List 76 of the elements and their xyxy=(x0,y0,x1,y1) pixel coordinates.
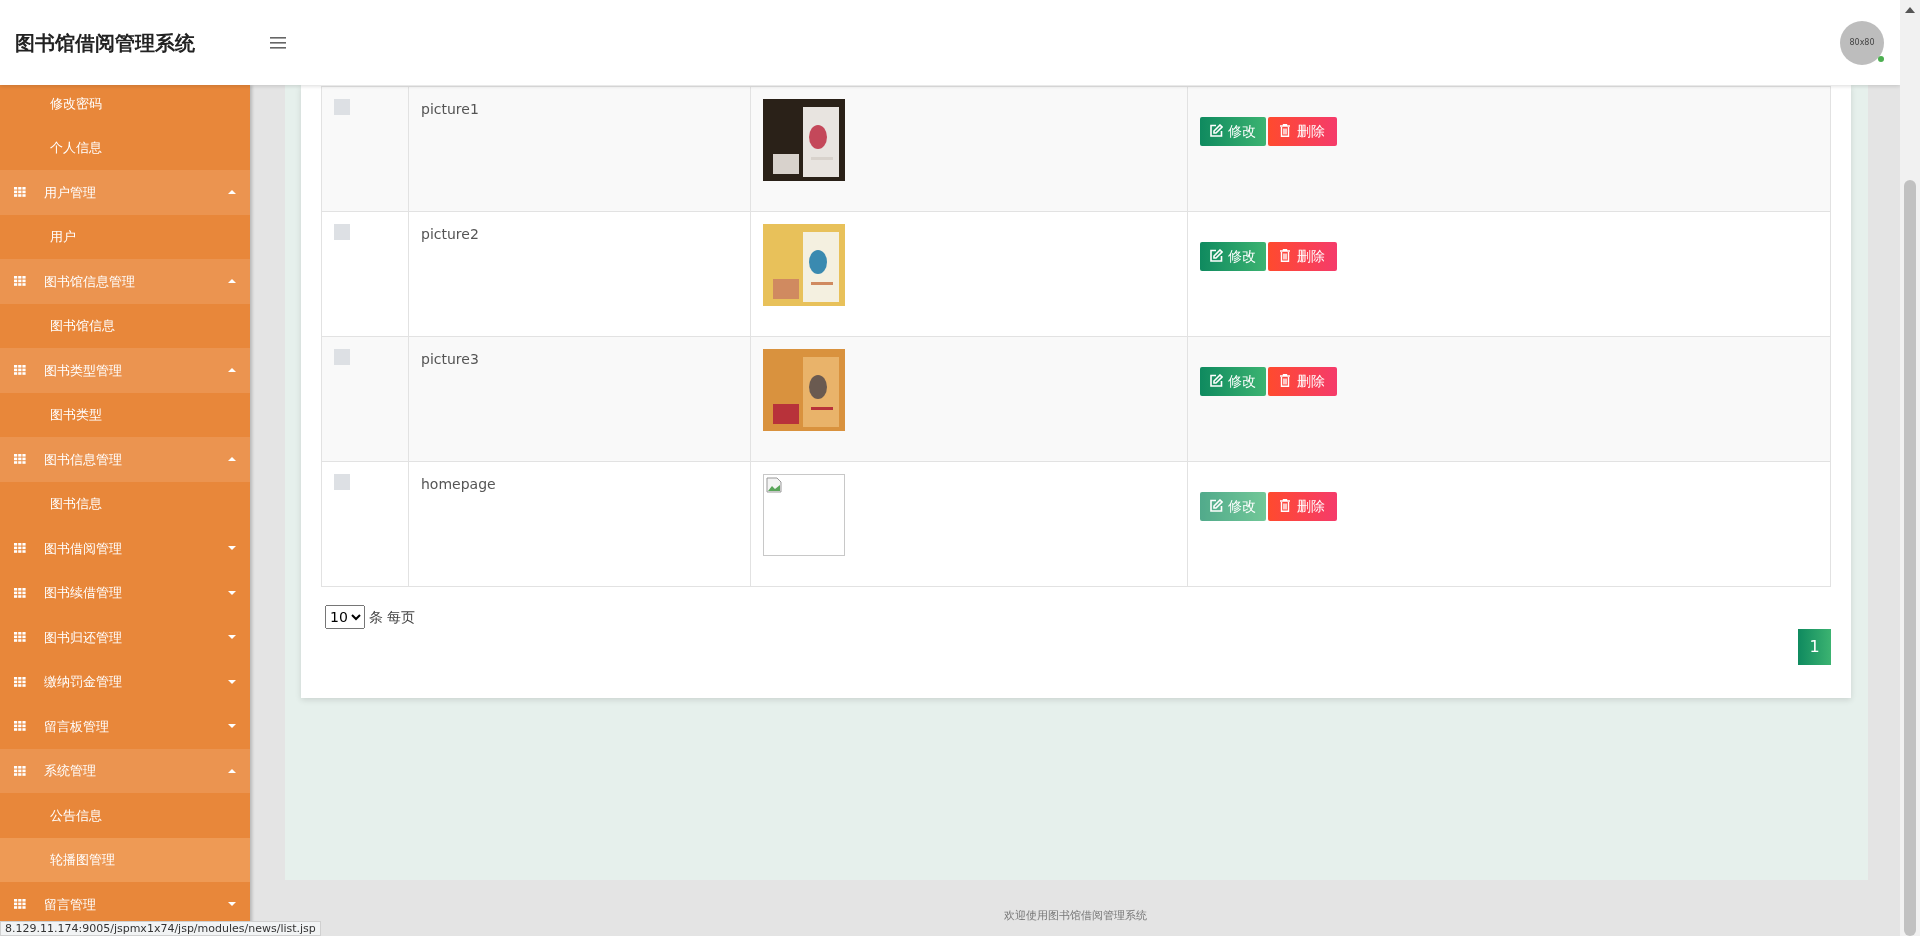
footer-text: 欢迎使用图书馆借阅管理系统 xyxy=(1002,908,1148,924)
sidebar-group[interactable]: 缴纳罚金管理 xyxy=(0,659,250,704)
grid-icon xyxy=(14,276,26,287)
trash-icon xyxy=(1280,124,1290,137)
caret-down-icon xyxy=(228,679,236,684)
grid-icon xyxy=(14,187,26,198)
online-dot xyxy=(1878,55,1884,62)
grid-icon xyxy=(14,721,26,732)
name-text: picture2 xyxy=(421,226,479,242)
trash-icon xyxy=(1280,499,1290,512)
caret-down-icon xyxy=(228,546,236,551)
broken-image-icon xyxy=(766,477,782,493)
caret-down-icon xyxy=(228,635,236,640)
caret-up-icon xyxy=(228,768,236,773)
edit-icon xyxy=(1210,499,1223,512)
sidebar-item[interactable]: 公告信息 xyxy=(0,793,250,838)
scroll-up-icon[interactable] xyxy=(1905,7,1915,13)
sidebar-group[interactable]: 图书馆信息管理 xyxy=(0,259,250,304)
edit-button[interactable]: 修改 xyxy=(1200,492,1266,521)
sidebar-group[interactable]: 留言板管理 xyxy=(0,704,250,749)
sidebar-group[interactable]: 图书信息管理 xyxy=(0,437,250,482)
sidebar-group[interactable]: 图书归还管理 xyxy=(0,615,250,660)
edit-icon xyxy=(1210,249,1223,262)
page-button[interactable]: 1 xyxy=(1798,629,1831,665)
sidebar-group[interactable]: 用户管理 xyxy=(0,170,250,215)
grid-icon xyxy=(14,899,26,910)
app-title: 图书馆借阅管理系统 xyxy=(14,29,196,57)
sidebar-item[interactable]: 轮播图管理 xyxy=(0,837,250,882)
sidebar-item[interactable]: 用户 xyxy=(0,214,250,259)
page-size-select[interactable]: 10 xyxy=(325,605,365,629)
trash-icon xyxy=(1280,249,1290,262)
trash-icon xyxy=(1280,374,1290,387)
sidebar-group[interactable]: 图书类型管理 xyxy=(0,348,250,393)
sidebar-group[interactable]: 图书续借管理 xyxy=(0,570,250,615)
row-checkbox[interactable] xyxy=(334,99,350,115)
caret-up-icon xyxy=(228,457,236,462)
scrollbar-thumb[interactable] xyxy=(1904,180,1916,936)
delete-button[interactable]: 删除 xyxy=(1268,117,1337,146)
name-text: homepage xyxy=(421,476,496,492)
edit-button[interactable]: 修改 xyxy=(1200,242,1266,271)
sidebar-item[interactable]: 个人信息 xyxy=(0,125,250,170)
delete-button[interactable]: 删除 xyxy=(1268,367,1337,396)
sidebar-item[interactable]: 图书信息 xyxy=(0,481,250,526)
page-size-label: 条 每页 xyxy=(369,607,416,627)
sidebar-group[interactable]: 图书借阅管理 xyxy=(0,526,250,571)
edit-button[interactable]: 修改 xyxy=(1200,117,1266,146)
grid-icon xyxy=(14,454,26,465)
url-tooltip: 8.129.11.174:9005/jspmx1x74/jsp/modules/news/list.jsp xyxy=(0,921,321,936)
name-text: picture3 xyxy=(421,351,479,367)
caret-up-icon xyxy=(228,190,236,195)
row-checkbox[interactable] xyxy=(334,349,350,365)
grid-icon xyxy=(14,765,26,776)
sidebar-item[interactable]: 修改密码 xyxy=(0,85,250,126)
menu-icon[interactable] xyxy=(270,36,286,49)
grid-icon xyxy=(14,365,26,376)
row-checkbox[interactable] xyxy=(334,474,350,490)
grid-icon xyxy=(14,676,26,687)
caret-down-icon xyxy=(228,724,236,729)
sidebar-group[interactable]: 系统管理 xyxy=(0,748,250,793)
grid-icon xyxy=(14,543,26,554)
edit-button[interactable]: 修改 xyxy=(1200,367,1266,396)
delete-button[interactable]: 删除 xyxy=(1268,492,1337,521)
edit-icon xyxy=(1210,374,1223,387)
caret-down-icon xyxy=(228,902,236,907)
sidebar-item[interactable]: 图书馆信息 xyxy=(0,303,250,348)
caret-up-icon xyxy=(228,368,236,373)
grid-icon xyxy=(14,632,26,643)
name-text: picture1 xyxy=(421,101,479,117)
grid-icon xyxy=(14,587,26,598)
row-checkbox[interactable] xyxy=(334,224,350,240)
sidebar-item[interactable]: 图书类型 xyxy=(0,392,250,437)
caret-down-icon xyxy=(228,590,236,595)
delete-button[interactable]: 删除 xyxy=(1268,242,1337,271)
caret-up-icon xyxy=(228,279,236,284)
edit-icon xyxy=(1210,124,1223,137)
user-avatar[interactable]: 80x80 xyxy=(1840,20,1884,65)
